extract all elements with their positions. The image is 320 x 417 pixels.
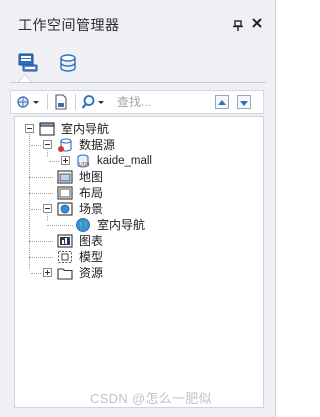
collapse-toggle[interactable] [43,204,52,213]
svg-text:UDB: UDB [79,162,90,168]
tree-node-layouts[interactable]: 布局 [29,185,231,201]
tree-node-label: 模型 [79,250,104,264]
tree-node-maps[interactable]: 地图 [29,169,231,185]
tree-node-label: 场景 [79,202,104,216]
previous-result-button[interactable] [215,95,229,109]
tree-connector [29,177,53,178]
workspace-manager-panel: 工作空间管理器 查找... 室内导航 数据源 UDB kaide_mall 地图… [0,0,276,417]
next-result-button[interactable] [237,95,251,109]
tree-node-label: 数据源 [79,138,116,152]
datasource-tab[interactable] [56,52,82,76]
toolbar-separator [75,94,76,110]
tree-connector [47,225,73,226]
tree-connector [31,273,41,274]
tree-node-models[interactable]: 模型 [29,249,231,265]
tree-node-label: kaide_mall [97,155,152,167]
search-icon[interactable] [81,94,107,110]
map-icon [57,169,73,185]
arrow-up-icon [218,100,226,105]
selected-tab-indicator [18,74,32,82]
tree-connector [31,145,41,146]
tree-node-scene-indoor-navigation[interactable]: 室内导航 [47,217,249,233]
tree-connector [29,241,53,242]
tree-node-resources[interactable]: 资源 [31,265,231,281]
tree-node-label: 地图 [79,170,104,184]
pin-icon[interactable] [232,20,244,32]
search-input[interactable] [117,93,197,111]
datasources-icon [57,137,73,153]
scene-icon [57,201,73,217]
tree-node-datasource-kaide-mall[interactable]: UDB kaide_mall [49,153,249,169]
tree-node-charts[interactable]: 图表 [29,233,231,249]
toolbar-separator [47,94,48,110]
chart-icon [57,233,73,249]
tree-connector [31,209,41,210]
title-bar: 工作空间管理器 [0,0,276,44]
tree-node-scenes[interactable]: 场景 [31,201,231,217]
tree-node-datasources[interactable]: 数据源 [31,137,231,153]
globe-icon [75,217,91,233]
workspace-tab[interactable] [16,52,42,76]
panel-title: 工作空间管理器 [18,17,120,33]
tree-node-label: 资源 [79,266,104,280]
expand-toggle[interactable] [43,268,52,277]
close-icon[interactable] [250,17,264,31]
tree-node-label: 室内导航 [97,218,146,232]
open-workspace-dropdown-button[interactable] [15,94,41,110]
tree-node-label: 室内导航 [61,122,110,136]
model-icon [57,249,73,265]
watermark: CSDN @怎么一肥似 [90,391,212,406]
workspace-tree[interactable]: 室内导航 数据源 UDB kaide_mall 地图 布局 场景 室内导航 图表… [14,116,264,408]
udb-datasource-icon: UDB [75,153,91,169]
expand-toggle[interactable] [61,156,70,165]
tree-node-label: 图表 [79,234,104,248]
collapse-toggle[interactable] [43,140,52,149]
tree-connector [29,257,53,258]
resources-folder-icon [57,265,73,281]
tree-connector [49,161,59,162]
tree-node-root[interactable]: 室内导航 [23,121,223,137]
properties-button[interactable] [53,94,69,110]
arrow-down-icon [240,101,248,106]
collapse-toggle[interactable] [25,124,34,133]
tree-connector [29,193,53,194]
tree-connector [29,129,30,269]
layout-icon [57,185,73,201]
database-icon [56,54,80,78]
tree-node-label: 布局 [79,186,104,200]
toolbar [10,90,264,114]
workspace-node-icon [39,121,55,137]
panel-tabs [10,46,266,83]
